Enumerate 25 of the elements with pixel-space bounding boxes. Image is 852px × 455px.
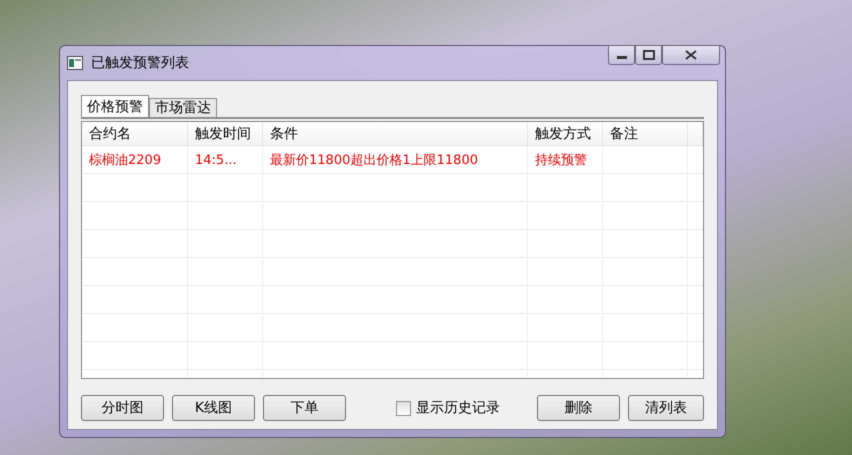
window-app-icon — [67, 56, 83, 70]
column-header-filler — [688, 122, 703, 146]
close-icon — [685, 50, 697, 60]
table-cell-text: 棕榈油2209 — [88, 152, 162, 170]
action-button[interactable]: 删除 — [537, 395, 620, 421]
column-header[interactable]: 条件 — [263, 122, 528, 146]
minimize-button[interactable] — [608, 45, 635, 65]
table-cell-text: 持续预警 — [534, 152, 588, 170]
table-cell-text: 最新价11800超出价格1上限11800 — [269, 152, 479, 170]
history-checkbox[interactable]: 显示历史记录 — [396, 399, 537, 417]
column-header[interactable]: 合约名 — [82, 122, 188, 146]
column-header[interactable]: 触发方式 — [528, 122, 603, 146]
column-header[interactable]: 触发时间 — [188, 122, 263, 146]
tab[interactable]: 价格预警 — [81, 95, 149, 117]
maximize-icon — [642, 50, 654, 60]
toolbar-button[interactable]: 分时图 — [81, 395, 164, 421]
table-cell-text: 14:5... — [194, 152, 238, 170]
tab[interactable]: 市场雷达 — [149, 98, 217, 117]
window-title: 已触发预警列表 — [91, 54, 190, 72]
close-button[interactable] — [662, 45, 720, 65]
toolbar-button[interactable]: 下单 — [263, 395, 346, 421]
column-header[interactable]: 备注 — [603, 122, 688, 146]
toolbar-button[interactable]: K线图 — [172, 395, 255, 421]
maximize-button[interactable] — [635, 45, 662, 65]
action-button[interactable]: 清列表 — [628, 395, 704, 421]
